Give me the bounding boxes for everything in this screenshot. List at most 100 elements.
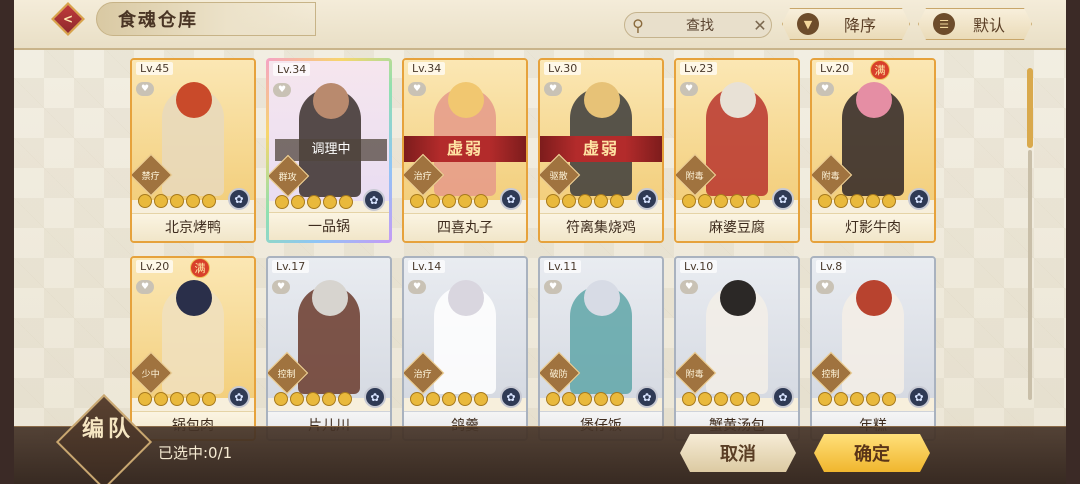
character-card[interactable]: Lv.20满♥少中✿锅包肉	[130, 256, 256, 441]
character-head	[448, 82, 484, 118]
star-rating	[546, 392, 624, 406]
favorite-icon[interactable]: ♥	[272, 280, 290, 294]
star-icon	[426, 194, 440, 208]
star-icon	[291, 195, 305, 209]
star-icon	[306, 392, 320, 406]
selected-count: 已选中:0/1	[158, 444, 233, 462]
character-card[interactable]: Lv.45 ♥ 禁疗 ✿ 北京烤鸭	[130, 58, 256, 243]
star-icon	[730, 194, 744, 208]
star-rating	[546, 194, 624, 208]
star-icon	[138, 194, 152, 208]
star-rating	[410, 194, 488, 208]
element-icon: ✿	[228, 188, 250, 210]
character-name: 麻婆豆腐	[676, 213, 798, 241]
star-icon	[818, 194, 832, 208]
favorite-icon[interactable]: ♥	[680, 82, 698, 96]
star-icon	[578, 194, 592, 208]
star-icon	[410, 194, 424, 208]
star-rating	[138, 194, 216, 208]
favorite-icon[interactable]: ♥	[136, 280, 154, 294]
star-icon	[170, 392, 184, 406]
character-card[interactable]: Lv.11♥破防✿煲仔饭	[538, 256, 664, 441]
clear-icon[interactable]: ✕	[749, 16, 771, 35]
sort-order-button[interactable]: ▼ 降序	[782, 8, 910, 40]
star-icon	[274, 392, 288, 406]
star-icon	[610, 392, 624, 406]
character-head	[312, 280, 348, 316]
character-name: 符离集烧鸡	[540, 213, 662, 241]
favorite-icon[interactable]: ♥	[680, 280, 698, 294]
favorite-icon[interactable]: ♥	[544, 280, 562, 294]
scrollbar-thumb[interactable]	[1027, 68, 1033, 148]
character-head	[856, 82, 892, 118]
character-head	[448, 280, 484, 316]
star-icon	[610, 194, 624, 208]
star-icon	[322, 392, 336, 406]
character-card[interactable]: Lv.34 ♥ 调理中 群攻 ✿ 一品锅	[266, 58, 392, 243]
star-icon	[474, 392, 488, 406]
star-icon	[426, 392, 440, 406]
star-icon	[186, 194, 200, 208]
favorite-icon[interactable]: ♥	[408, 280, 426, 294]
role-label: 驱散	[549, 171, 569, 182]
scrollbar-track[interactable]	[1028, 150, 1032, 400]
star-icon	[730, 392, 744, 406]
back-button[interactable]: <	[40, 2, 96, 36]
character-name: 一品锅	[269, 212, 389, 240]
favorite-icon[interactable]: ♥	[544, 82, 562, 96]
character-level: Lv.10	[680, 260, 718, 273]
role-label: 控制	[821, 369, 841, 380]
character-card[interactable]: Lv.30 ♥ 虚弱 驱散 ✿ 符离集烧鸡	[538, 58, 664, 243]
character-card[interactable]: Lv.10♥附毒✿蟹黄汤包	[674, 256, 800, 441]
star-icon	[698, 392, 712, 406]
star-icon	[714, 194, 728, 208]
star-icon	[882, 392, 896, 406]
star-icon	[458, 392, 472, 406]
warehouse-screen: < 食魂仓库 ⚲ 查找 ✕ ▼ 降序 ☰ 默认 Lv.45 ♥ 禁疗 ✿ 北京烤鸭 Lv…	[0, 0, 1080, 484]
character-card[interactable]: Lv.14♥治疗✿鸽羹	[402, 256, 528, 441]
cancel-button[interactable]: 取消	[680, 434, 796, 472]
star-icon	[882, 194, 896, 208]
role-label: 少中	[141, 369, 161, 380]
star-icon	[202, 392, 216, 406]
role-label: 附毒	[685, 171, 705, 182]
max-level-badge: 满	[870, 60, 890, 80]
character-head	[584, 82, 620, 118]
star-icon	[290, 392, 304, 406]
character-card[interactable]: Lv.23 ♥ 附毒 ✿ 麻婆豆腐	[674, 58, 800, 243]
star-icon	[866, 392, 880, 406]
favorite-icon[interactable]: ♥	[408, 82, 426, 96]
role-label: 禁疗	[141, 171, 161, 182]
character-level: Lv.20	[816, 62, 854, 75]
filter-icon: ☰	[933, 13, 955, 35]
search-input[interactable]: ⚲ 查找 ✕	[624, 12, 772, 38]
character-card[interactable]: Lv.8♥控制✿年糕	[810, 256, 936, 441]
sort-default-label: 默认	[972, 16, 1005, 35]
element-icon: ✿	[908, 188, 930, 210]
character-card[interactable]: Lv.17♥控制✿片儿川	[266, 256, 392, 441]
favorite-icon[interactable]: ♥	[136, 82, 154, 96]
favorite-icon[interactable]: ♥	[816, 82, 834, 96]
character-card[interactable]: Lv.20 满 ♥ 附毒 ✿ 灯影牛肉	[810, 58, 936, 243]
sort-down-icon: ▼	[797, 13, 819, 35]
character-level: Lv.11	[544, 260, 582, 273]
star-icon	[546, 392, 560, 406]
right-frame	[1066, 0, 1080, 484]
star-icon	[170, 194, 184, 208]
star-icon	[458, 194, 472, 208]
confirm-button[interactable]: 确定	[814, 434, 930, 472]
star-rating	[682, 194, 760, 208]
character-head	[176, 280, 212, 316]
star-icon	[578, 392, 592, 406]
element-icon: ✿	[772, 386, 794, 408]
element-icon: ✿	[500, 188, 522, 210]
character-level: Lv.17	[272, 260, 310, 273]
character-name: 北京烤鸭	[132, 213, 254, 241]
star-icon	[746, 392, 760, 406]
sort-default-button[interactable]: ☰ 默认	[918, 8, 1032, 40]
character-level: Lv.30	[544, 62, 582, 75]
favorite-icon[interactable]: ♥	[273, 83, 291, 97]
favorite-icon[interactable]: ♥	[816, 280, 834, 294]
character-card[interactable]: Lv.34 ♥ 虚弱 治疗 ✿ 四喜丸子	[402, 58, 528, 243]
star-rating	[682, 392, 760, 406]
